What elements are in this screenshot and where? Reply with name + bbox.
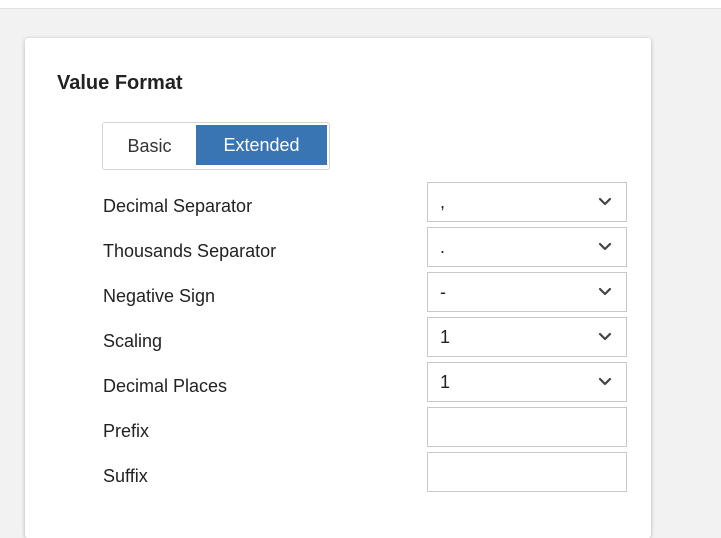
chevron-down-icon — [598, 377, 612, 386]
decimal-separator-label: Decimal Separator — [103, 196, 253, 216]
negative-sign-select[interactable]: - — [427, 272, 627, 312]
scaling-label: Scaling — [103, 331, 163, 351]
decimal-places-value: 1 — [440, 372, 451, 392]
suffix-label: Suffix — [103, 466, 148, 486]
extended-mode-button[interactable]: Extended — [196, 125, 327, 165]
decimal-places-select[interactable]: 1 — [427, 362, 627, 402]
thousands-separator-label: Thousands Separator — [103, 241, 277, 261]
chevron-down-icon — [598, 242, 612, 251]
decimal-separator-select[interactable]: , — [427, 182, 627, 222]
suffix-input[interactable] — [427, 452, 627, 492]
top-strip — [0, 0, 721, 9]
negative-sign-value: - — [440, 282, 446, 302]
thousands-separator-value: . — [440, 237, 446, 257]
basic-mode-button[interactable]: Basic — [103, 123, 196, 169]
value-format-panel: Value Format Basic Extended Decimal Sepa… — [25, 38, 651, 538]
scaling-select[interactable]: 1 — [427, 317, 627, 357]
mode-toggle: Basic Extended — [102, 122, 330, 170]
thousands-separator-select[interactable]: . — [427, 227, 627, 267]
scaling-value: 1 — [440, 327, 451, 347]
chevron-down-icon — [598, 197, 612, 206]
decimal-places-label: Decimal Places — [103, 376, 228, 396]
decimal-separator-value: , — [440, 192, 446, 212]
prefix-input[interactable] — [427, 407, 627, 447]
negative-sign-label: Negative Sign — [103, 286, 216, 306]
panel-title: Value Format — [57, 72, 183, 94]
chevron-down-icon — [598, 332, 612, 341]
chevron-down-icon — [598, 287, 612, 296]
prefix-label: Prefix — [103, 421, 150, 441]
